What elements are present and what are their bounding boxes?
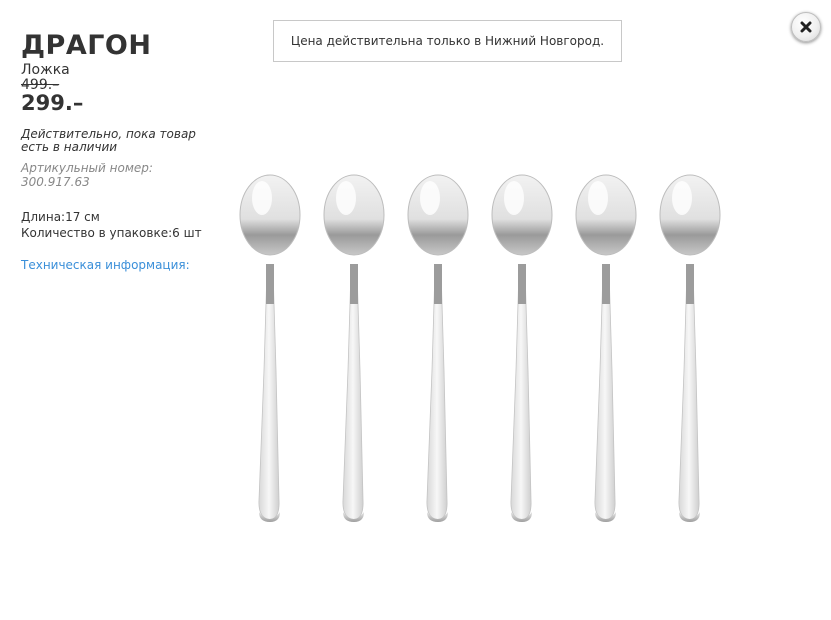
spec-value: 6 шт — [172, 226, 202, 240]
spec-value: 17 см — [65, 210, 100, 224]
spec-label: Длина: — [21, 210, 66, 224]
product-image-spoons — [239, 174, 721, 522]
close-button[interactable] — [791, 12, 821, 42]
technical-info-link[interactable]: Техническая информация: — [21, 258, 221, 272]
availability-note: Действительно, пока товар есть в наличии — [21, 127, 196, 154]
price-region-notice: Цена действительна только в Нижний Новго… — [273, 20, 622, 62]
product-title: ДРАГОН — [21, 30, 152, 61]
old-price: 499.– — [21, 77, 60, 93]
product-type: Ложка — [21, 62, 70, 78]
article-value: 300.917.63 — [21, 175, 90, 189]
article-number: Артикульный номер: 300.917.63 — [21, 161, 221, 189]
current-price: 299.– — [21, 91, 84, 115]
spec-length: Длина:17 см — [21, 209, 221, 225]
spoon — [491, 174, 553, 522]
product-info-panel: ДРАГОН Ложка 499.– 299.– Действительно, … — [21, 30, 221, 272]
spoon — [407, 174, 469, 522]
spoon — [575, 174, 637, 522]
spec-label: Количество в упаковке: — [21, 226, 173, 240]
spoon — [659, 174, 721, 522]
spec-package-quantity: Количество в упаковке:6 шт — [21, 225, 221, 241]
close-icon — [800, 21, 812, 33]
article-label: Артикульный номер: — [21, 161, 153, 175]
spoon — [239, 174, 301, 522]
spoon — [323, 174, 385, 522]
